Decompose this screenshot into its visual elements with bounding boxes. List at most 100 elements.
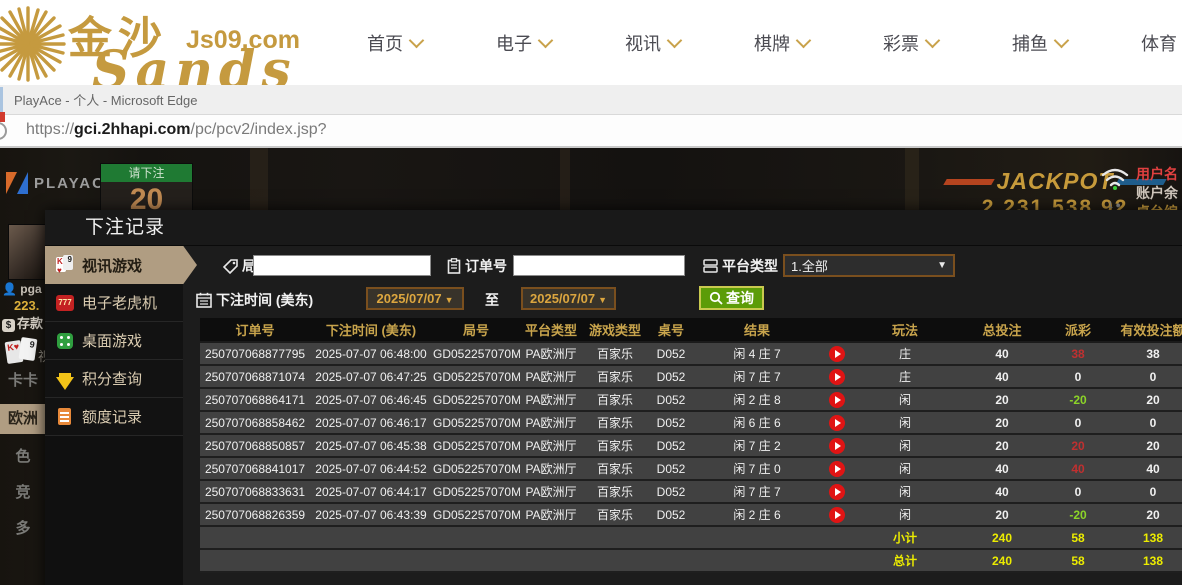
jackpot-swoosh-left: [943, 178, 995, 185]
sidebar-label: 桌面游戏: [82, 333, 143, 350]
date-to-dropdown[interactable]: 2025/07/07 ▼: [521, 287, 616, 310]
cell-table-no: D052: [648, 365, 694, 389]
rail-tab-europe[interactable]: 欧洲: [0, 404, 46, 434]
nav-item-slots[interactable]: 电子: [459, 30, 588, 56]
cell-total-bet: 40: [956, 365, 1048, 389]
nav-item-board[interactable]: 棋牌: [717, 30, 846, 56]
col-game-type: 游戏类型: [582, 318, 648, 343]
chevron-down-icon: [408, 32, 425, 48]
cell-order: 250707068826359: [200, 503, 310, 527]
avatar[interactable]: [8, 224, 48, 280]
dice-icon: [55, 331, 75, 351]
cell-valid-bet: 0: [1108, 480, 1182, 504]
sidebar-item-credit-records[interactable]: 额度记录: [45, 398, 183, 436]
cell-payout: 40: [1048, 457, 1108, 481]
replay-button[interactable]: [829, 345, 845, 362]
cell-round: GD052257070MN: [432, 434, 520, 458]
col-table-no: 桌号: [648, 318, 694, 343]
table-row: 250707068877795 2025-07-07 06:48:00 GD05…: [200, 342, 1182, 366]
table-body: 250707068877795 2025-07-07 06:48:00 GD05…: [200, 342, 1182, 527]
sidebar-item-table-games[interactable]: 桌面游戏: [45, 322, 183, 360]
col-replay: [820, 318, 854, 343]
sidebar-item-slots[interactable]: 777 电子老虎机: [45, 284, 183, 322]
replay-button[interactable]: [829, 437, 845, 454]
chevron-down-icon: [666, 32, 683, 48]
table-row: 250707068850857 2025-07-07 06:45:38 GD05…: [200, 434, 1182, 458]
rail-tab-cards[interactable]: 卡卡: [0, 366, 46, 396]
cell-replay: [820, 365, 854, 389]
nav-label: 电子: [496, 33, 532, 54]
search-button[interactable]: 查询: [699, 286, 764, 310]
cell-valid-bet: 40: [1108, 457, 1182, 481]
nav-item-live[interactable]: 视讯: [588, 30, 717, 56]
cell-game-type: 百家乐: [582, 342, 648, 366]
replay-button[interactable]: [829, 414, 845, 431]
subtotal-payout: 58: [1048, 526, 1108, 550]
cell-order: 250707068850857: [200, 434, 310, 458]
subtotal-valid-bet: 138: [1108, 526, 1182, 550]
cell-result: 闲 2 庄 8: [694, 388, 820, 412]
nav-label: 首页: [367, 33, 403, 54]
sidebar-item-live-games[interactable]: K ♥ 9 视讯游戏: [45, 246, 197, 284]
cell-play: 庄: [854, 365, 956, 389]
cell-payout: -20: [1048, 388, 1108, 412]
subtotal-label: 小计: [854, 526, 956, 550]
rail-tab-jing[interactable]: 竞: [0, 478, 46, 508]
col-round: 局号: [432, 318, 520, 343]
col-payout: 派彩: [1048, 318, 1108, 343]
nav-item-home[interactable]: 首页: [330, 30, 459, 56]
browser-titlebar: PlayAce - 个人 - Microsoft Edge: [0, 85, 1182, 115]
rail-tab-duo[interactable]: 多: [0, 514, 46, 544]
slot-777-icon: 777: [55, 293, 75, 313]
cell-table-no: D052: [648, 434, 694, 458]
nav-item-sports[interactable]: 体育: [1104, 30, 1182, 56]
total-payout: 58: [1048, 549, 1108, 573]
replay-button[interactable]: [829, 368, 845, 385]
replay-button[interactable]: [829, 460, 845, 477]
cell-play: 闲: [854, 480, 956, 504]
browser-urlbar[interactable]: https://gci.2hhapi.com/pc/pcv2/index.jsp…: [0, 112, 1182, 148]
cell-time: 2025-07-07 06:43:39: [310, 503, 432, 527]
cell-table-no: D052: [648, 411, 694, 435]
nav-item-fishing[interactable]: 捕鱼: [975, 30, 1104, 56]
sidebar-item-points[interactable]: 积分查询: [45, 360, 183, 398]
total-total-bet: 240: [956, 549, 1048, 573]
cell-game-type: 百家乐: [582, 457, 648, 481]
url-scheme: https://: [26, 121, 75, 138]
platform-select[interactable]: 1.全部 ▼: [783, 254, 955, 277]
replay-button[interactable]: [829, 391, 845, 408]
cell-platform: PA欧洲厅: [520, 457, 582, 481]
cell-time: 2025-07-07 06:46:45: [310, 388, 432, 412]
cell-time: 2025-07-07 06:46:17: [310, 411, 432, 435]
order-input[interactable]: [513, 255, 685, 276]
subtotal-total-bet: 240: [956, 526, 1048, 550]
cell-order: 250707068858462: [200, 411, 310, 435]
sidebar-label: 额度记录: [82, 409, 143, 426]
cell-platform: PA欧洲厅: [520, 365, 582, 389]
site-logo[interactable]: 金沙 Js09.com Sands: [0, 0, 300, 85]
site-info-icon[interactable]: [0, 122, 7, 140]
col-valid-bet: 有效投注额: [1108, 318, 1182, 343]
main-nav: 首页 电子 视讯 棋牌 彩票 捕鱼 体育: [330, 0, 1182, 85]
date-from-dropdown[interactable]: 2025/07/07 ▼: [366, 287, 464, 310]
cell-payout: 38: [1048, 342, 1108, 366]
rail-tab-se[interactable]: 色: [0, 442, 46, 472]
cell-replay: [820, 411, 854, 435]
deposit-button[interactable]: $ 存款: [2, 313, 43, 332]
total-valid-bet: 138: [1108, 549, 1182, 573]
nav-label: 视讯: [625, 33, 661, 54]
cell-round: GD052257070MO: [432, 411, 520, 435]
cell-game-type: 百家乐: [582, 434, 648, 458]
cell-total-bet: 40: [956, 342, 1048, 366]
replay-button[interactable]: [829, 506, 845, 523]
cell-time: 2025-07-07 06:44:52: [310, 457, 432, 481]
nav-item-lottery[interactable]: 彩票: [846, 30, 975, 56]
logo-script: Sands: [92, 40, 297, 85]
round-input[interactable]: [253, 255, 431, 276]
platform-filter-label: 平台类型: [703, 256, 778, 276]
url-text[interactable]: https://gci.2hhapi.com/pc/pcv2/index.jsp…: [26, 121, 327, 139]
replay-button[interactable]: [829, 483, 845, 500]
cell-round: GD052257070MK: [432, 503, 520, 527]
play-icon: [835, 510, 841, 519]
cell-valid-bet: 0: [1108, 411, 1182, 435]
